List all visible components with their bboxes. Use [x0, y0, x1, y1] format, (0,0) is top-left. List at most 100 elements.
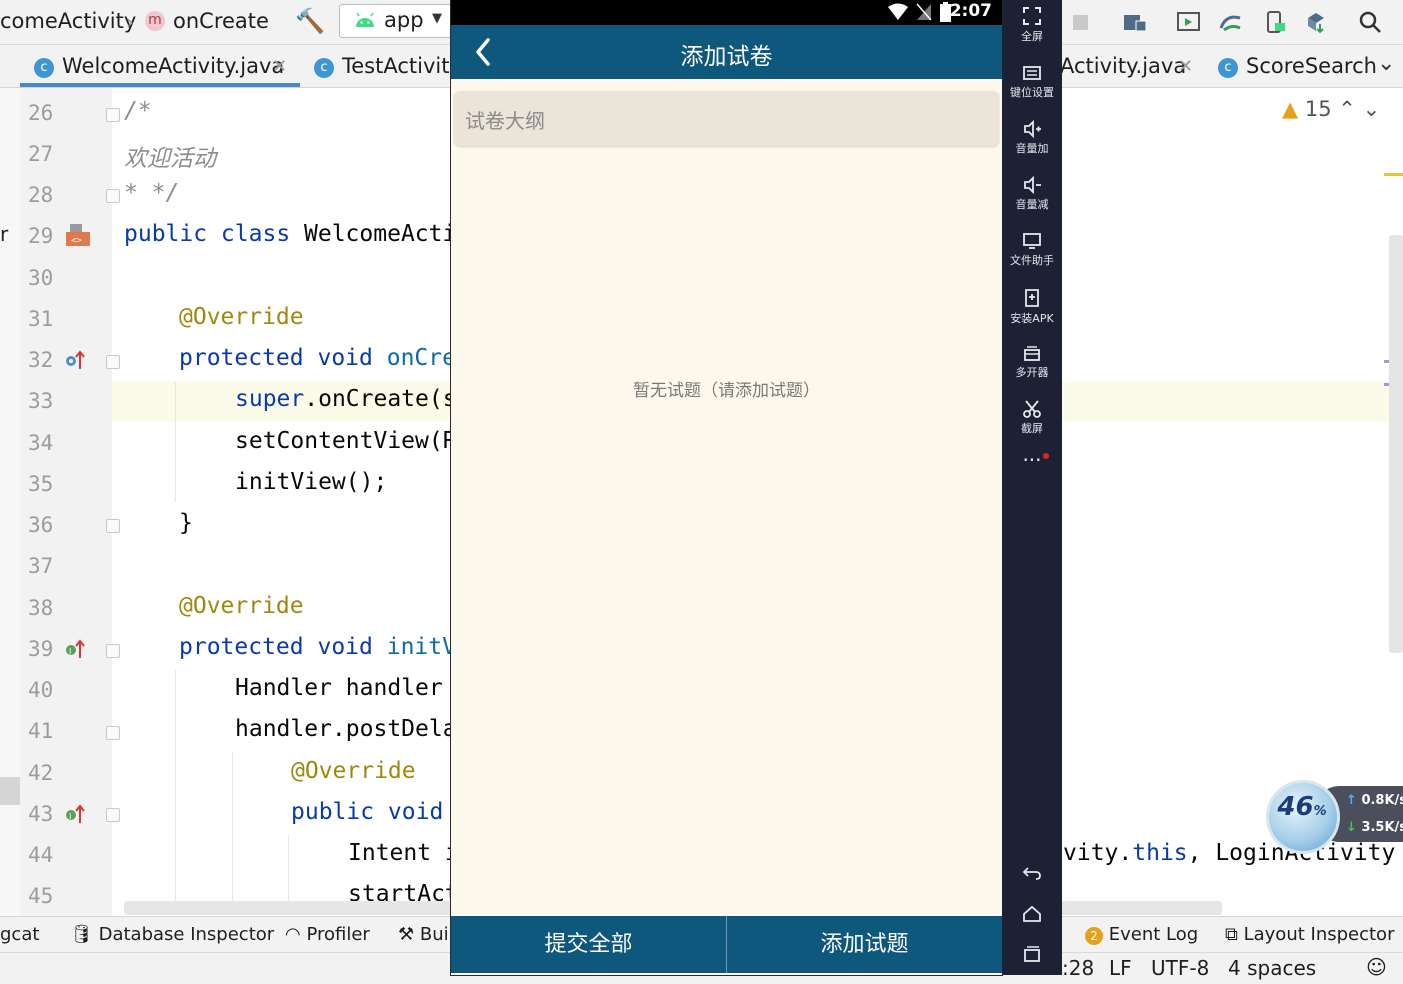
volume-up-button[interactable]: 音量加	[1002, 120, 1062, 156]
code-text: initView();	[235, 469, 388, 495]
avd-manager-icon[interactable]	[1262, 10, 1288, 34]
face-icon[interactable]: ☺	[1366, 955, 1387, 979]
tool-database-inspector[interactable]: 🛢 Database Inspector	[70, 924, 274, 945]
scissors-icon	[1023, 400, 1041, 418]
line-number-gutter	[20, 88, 112, 916]
fullscreen-button[interactable]: 全屏	[1002, 6, 1062, 44]
override-icon[interactable]	[64, 349, 86, 371]
android-back-button[interactable]	[1002, 864, 1062, 882]
add-question-button[interactable]: 添加试题	[727, 916, 1002, 973]
fold-marker[interactable]	[106, 189, 120, 203]
file-encoding[interactable]: UTF-8	[1151, 956, 1209, 980]
breadcrumb-class[interactable]: comeActivity	[0, 9, 136, 33]
chevron-down-icon[interactable]: ⌄	[1363, 97, 1381, 121]
code-keyword: this	[1132, 840, 1188, 866]
memory-percent: 46%	[1270, 792, 1334, 822]
tool-build[interactable]: ⚒ Bui	[398, 924, 449, 945]
stop-icon[interactable]	[1068, 10, 1094, 34]
line-number: 35	[28, 472, 54, 496]
back-icon	[1022, 867, 1041, 880]
emulator-screen: 2:07 添加试卷 试卷大纲 暂无试题（请添加试题） 提交全部 添加试题	[451, 0, 1002, 975]
code-keyword: public class	[124, 221, 291, 247]
fold-marker[interactable]	[106, 355, 120, 369]
recents-icon	[1024, 946, 1040, 962]
notification-dot	[1043, 453, 1049, 459]
breadcrumb-method[interactable]: onCreate	[173, 9, 269, 33]
tab-welcome-activity[interactable]: c WelcomeActivity.java	[34, 45, 284, 87]
implements-icon[interactable]: I	[64, 803, 86, 825]
scroll-thumb[interactable]	[0, 777, 20, 805]
tool-logcat[interactable]: gcat	[0, 924, 39, 945]
code-line: protected void onCre	[179, 345, 456, 371]
vertical-scrollbar[interactable]	[1389, 235, 1403, 653]
layout-file-icon[interactable]: <>	[64, 222, 92, 248]
device-manager-icon[interactable]	[1176, 10, 1202, 34]
tool-label: Bui	[419, 924, 449, 945]
method-icon: m	[145, 11, 165, 31]
volume-down-button[interactable]: 音量减	[1002, 176, 1062, 212]
code-keyword: protected void	[179, 634, 373, 660]
submit-all-button[interactable]: 提交全部	[451, 916, 726, 973]
code-annotation: @Override	[179, 593, 304, 619]
empty-state-text: 暂无试题（请添加试题）	[633, 381, 820, 401]
indent-guide	[288, 835, 289, 910]
code-line: super.onCreate(s	[235, 386, 457, 412]
code-annotation: @Override	[179, 304, 304, 330]
home-icon	[1023, 905, 1041, 922]
multi-instance-button[interactable]: 多开器	[1002, 344, 1062, 380]
code-method-name: initV	[372, 634, 456, 660]
tool-layout-inspector[interactable]: ⧉ Layout Inspector	[1225, 924, 1394, 945]
screenshot-button[interactable]: 截屏	[1002, 400, 1062, 436]
project-structure-icon[interactable]	[1122, 10, 1148, 34]
close-icon[interactable]: ✕	[272, 56, 287, 77]
run-configuration-select[interactable]: app ▼	[339, 4, 453, 38]
tabs-overflow-chevron-down-icon[interactable]: ⌄	[1377, 51, 1395, 76]
apk-icon	[1025, 289, 1039, 307]
chevron-up-icon[interactable]: ⌃	[1338, 97, 1356, 121]
tool-label: Database Inspector	[98, 924, 275, 945]
fold-marker[interactable]	[106, 726, 120, 740]
android-home-button[interactable]	[1002, 905, 1062, 923]
wifi-icon	[888, 3, 908, 20]
fold-marker[interactable]	[106, 644, 120, 658]
tab-label: ScoreSearch	[1246, 54, 1377, 78]
build-hammer-icon[interactable]: 🔨	[295, 7, 325, 35]
outline-input[interactable]: 试卷大纲	[454, 91, 999, 146]
class-icon: c	[314, 58, 334, 78]
tab-score-search[interactable]: c ScoreSearch	[1218, 45, 1377, 87]
indent-setting[interactable]: 4 spaces	[1228, 956, 1316, 980]
panel-edge-text: r	[0, 222, 9, 246]
sdk-manager-icon[interactable]	[1304, 10, 1330, 34]
page-title: 添加试卷	[680, 44, 773, 70]
emu-label: 安装APK	[1010, 312, 1054, 325]
keymap-button[interactable]: 键位设置	[1002, 64, 1062, 100]
sync-gradle-icon[interactable]	[1218, 10, 1244, 34]
tool-label: Layout Inspector	[1243, 924, 1395, 945]
file-helper-button[interactable]: 文件助手	[1002, 232, 1062, 268]
warning-icon: ▲	[1282, 97, 1299, 121]
more-button[interactable]: ···	[1002, 448, 1062, 472]
tab-test-activity[interactable]: c TestActivity	[314, 45, 462, 87]
code-keyword: super	[235, 386, 305, 412]
tab-activity[interactable]: Activity.java	[1060, 45, 1186, 87]
tool-event-log[interactable]: 2 Event Log	[1085, 924, 1198, 945]
network-speed-widget[interactable]: 46% ↑ 0.8K/s ↓ 3.5K/s	[1262, 772, 1403, 854]
close-icon[interactable]: ✕	[1178, 56, 1193, 77]
caret-position[interactable]: :28	[1062, 956, 1094, 980]
install-apk-button[interactable]: 安装APK	[1002, 288, 1062, 326]
line-separator[interactable]: LF	[1109, 956, 1132, 980]
inspection-widget[interactable]: ▲ 15 ⌃ ⌄	[1282, 97, 1380, 121]
fold-marker[interactable]	[106, 108, 120, 122]
fold-marker[interactable]	[106, 808, 120, 822]
line-number: 27	[28, 142, 54, 166]
android-recents-button[interactable]	[1002, 945, 1062, 963]
line-number: 26	[28, 101, 54, 125]
line-number: 34	[28, 431, 54, 455]
tool-profiler[interactable]: ◠ Profiler	[285, 924, 370, 945]
upload-speed: ↑ 0.8K/s	[1346, 793, 1403, 808]
implements-icon[interactable]: I	[64, 638, 86, 660]
warning-stripe[interactable]	[1384, 173, 1403, 176]
fold-marker[interactable]	[106, 519, 120, 533]
warning-count: 15	[1304, 97, 1332, 121]
search-icon[interactable]	[1358, 10, 1384, 34]
